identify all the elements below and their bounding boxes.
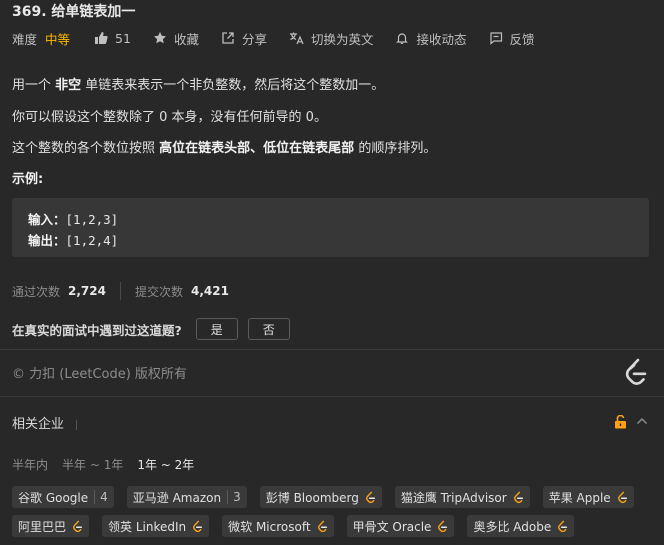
feedback-label: 反馈 <box>509 31 535 47</box>
leetcode-logo-icon <box>625 358 647 385</box>
divider <box>0 396 664 397</box>
divider <box>0 349 664 350</box>
example-output-line: 输出：[1,2,4] <box>28 233 119 248</box>
interview-question-text: 在真实的面试中遇到过这道题? <box>12 322 182 338</box>
related-companies-header: 相关企业 <box>12 413 78 432</box>
description-paragraph-1: 用一个 非空 单链表来表示一个非负整数，然后将这个整数加一。 <box>12 78 385 93</box>
leetcode-icon <box>72 520 83 533</box>
switch-language-button[interactable]: 切换为英文 <box>289 29 374 48</box>
accepted-label: 通过次数 <box>12 284 61 299</box>
leetcode-icon <box>192 520 203 533</box>
bell-icon <box>396 33 409 44</box>
company-tags-row-1: 谷歌 Google 4 亚马逊 Amazon 3 彭博 Bloomberg 猫途鹰 … <box>12 486 662 508</box>
submitted-label: 提交次数 <box>134 284 183 299</box>
difficulty-badge: 中等 <box>45 31 71 47</box>
company-tag[interactable]: 亚马逊 Amazon 3 <box>126 486 247 508</box>
company-tag[interactable]: 苹果 Apple <box>542 486 634 508</box>
switch-language-label: 切换为英文 <box>310 31 374 47</box>
problem-toolbar: 难度 中等 51 收藏 分享 切换为英文 接收动态 反馈 <box>12 28 557 48</box>
company-tags-row-2: 阿里巴巴 领英 LinkedIn 微软 Microsoft 甲骨文 Oracle… <box>12 515 662 537</box>
submitted-count: 4,421 <box>191 284 229 298</box>
leetcode-icon <box>617 491 628 504</box>
unlock-icon[interactable] <box>614 415 627 429</box>
favorite-button[interactable]: 收藏 <box>153 29 199 48</box>
description-paragraph-3: 这个整数的各个数位按照 高位在链表头部、低位在链表尾部 的顺序排列。 <box>12 141 437 156</box>
example-code-block: 输入：[1,2,3] 输出：[1,2,4] <box>12 198 649 257</box>
star-icon <box>154 32 166 44</box>
company-count: 3 <box>227 490 241 504</box>
company-count: 4 <box>94 490 108 504</box>
leetcode-icon <box>317 520 328 533</box>
company-tag[interactable]: 微软 Microsoft <box>222 515 334 537</box>
feedback-icon <box>489 32 502 45</box>
chevron-up-icon[interactable] <box>636 417 648 425</box>
share-icon <box>222 32 234 44</box>
copyright: © 力扣 (LeetCode) 版权所有 <box>12 367 187 382</box>
feedback-button[interactable]: 反馈 <box>489 29 535 48</box>
accepted-count: 2,724 <box>68 284 106 298</box>
interview-question: 在真实的面试中遇到过这道题? 是 否 <box>12 318 300 340</box>
like-button[interactable]: 51 <box>94 31 131 46</box>
favorite-label: 收藏 <box>173 31 199 47</box>
related-companies-title: 相关企业 <box>12 417 65 432</box>
period-tab-active[interactable]: 1年 ~ 2年 <box>137 456 194 473</box>
notify-button[interactable]: 接收动态 <box>395 29 467 48</box>
company-tag[interactable]: 猫途鹰 TripAdvisor <box>394 486 530 508</box>
notify-label: 接收动态 <box>416 31 467 47</box>
leetcode-icon <box>513 491 524 504</box>
problem-title: 369. 给单链表加一 <box>12 4 136 20</box>
share-label: 分享 <box>241 31 267 47</box>
period-tab[interactable]: 半年内 <box>12 456 48 473</box>
company-tag[interactable]: 阿里巴巴 <box>12 515 90 537</box>
leetcode-icon <box>557 520 568 533</box>
share-button[interactable]: 分享 <box>221 29 267 48</box>
difficulty-label: 难度 <box>12 31 38 47</box>
submission-stats: 通过次数 2,724 提交次数 4,421 <box>12 282 229 300</box>
example-input-line: 输入：[1,2,3] <box>28 212 119 227</box>
stats-divider <box>119 282 121 300</box>
period-tab[interactable]: 半年 ~ 1年 <box>62 456 123 473</box>
company-tag[interactable]: 奥多比 Adobe <box>467 515 575 537</box>
company-tag[interactable]: 领英 LinkedIn <box>102 515 210 537</box>
thumbs-up-icon <box>95 32 108 44</box>
example-title: 示例: <box>12 172 44 187</box>
company-tag[interactable]: 甲骨文 Oracle <box>346 515 455 537</box>
like-count: 51 <box>115 30 131 46</box>
leetcode-icon <box>365 491 376 504</box>
yes-button[interactable]: 是 <box>195 318 238 340</box>
company-tag[interactable]: 谷歌 Google 4 <box>12 486 114 508</box>
company-tag[interactable]: 彭博 Bloomberg <box>259 486 382 508</box>
translate-icon <box>289 32 304 45</box>
leetcode-icon <box>437 520 448 533</box>
period-tabs: 半年内 半年 ~ 1年 1年 ~ 2年 <box>12 456 208 473</box>
description-paragraph-2: 你可以假设这个整数除了 0 本身，没有任何前导的 0。 <box>12 110 327 125</box>
no-button[interactable]: 否 <box>247 318 290 340</box>
